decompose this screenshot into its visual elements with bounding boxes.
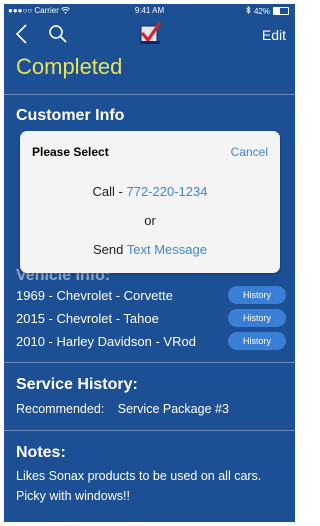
vehicle-row: 2015 - Chevrolet - Tahoe History: [16, 309, 286, 329]
send-prefix: Send: [93, 242, 127, 257]
cancel-button[interactable]: Cancel: [231, 145, 268, 159]
divider: [4, 430, 295, 431]
battery-percent: 42%: [253, 6, 270, 16]
notes-heading: Notes:: [16, 444, 66, 461]
search-icon: [49, 25, 67, 43]
edit-button[interactable]: Edit: [262, 27, 286, 43]
or-label: or: [144, 213, 156, 228]
recommended-value: Service Package #3: [117, 402, 229, 416]
status-right: 42%: [246, 5, 289, 16]
status-title: Completed: [16, 54, 123, 79]
chevron-left-icon: [15, 24, 27, 44]
search-button[interactable]: [48, 24, 68, 49]
vehicle-row: 1969 - Chevrolet - Corvette History: [16, 286, 286, 306]
phone-link[interactable]: 772-220-1234: [126, 184, 207, 199]
status-bar: ●●●○○ Carrier 9:41 AM 42%: [4, 4, 295, 18]
nav-bar: Edit: [4, 18, 295, 52]
history-button[interactable]: History: [228, 332, 286, 350]
history-button[interactable]: History: [228, 286, 286, 304]
battery-icon: [273, 7, 289, 15]
divider: [4, 94, 295, 95]
history-button[interactable]: History: [228, 309, 286, 327]
notes-text: Likes Sonax products to be used on all c…: [16, 469, 262, 503]
vehicle-label: 1969 - Chevrolet - Corvette: [16, 288, 173, 303]
call-option: Call - 772-220-1234: [20, 184, 280, 199]
send-option: Send Text Message: [20, 242, 280, 257]
select-dialog: Please Select Cancel Call - 772-220-1234…: [20, 131, 280, 273]
text-message-link[interactable]: Text Message: [127, 242, 207, 257]
service-history-heading: Service History:: [16, 376, 138, 393]
call-prefix: Call -: [92, 184, 127, 199]
vehicle-label: 2010 - Harley Davidson - VRod: [16, 334, 196, 349]
dialog-title: Please Select: [32, 145, 109, 159]
vehicle-row: 2010 - Harley Davidson - VRod History: [16, 332, 286, 352]
checkmark-logo-icon: [140, 22, 161, 44]
back-button[interactable]: [14, 22, 28, 51]
phone-screen: ●●●○○ Carrier 9:41 AM 42% Edit Completed…: [4, 4, 295, 522]
recommended-service: Recommended: Service Package #3: [16, 402, 229, 416]
vehicle-label: 2015 - Chevrolet - Tahoe: [16, 311, 159, 326]
recommended-label: Recommended:: [16, 402, 105, 416]
divider: [4, 362, 295, 363]
app-logo: [138, 22, 162, 51]
bluetooth-icon: [246, 5, 251, 16]
